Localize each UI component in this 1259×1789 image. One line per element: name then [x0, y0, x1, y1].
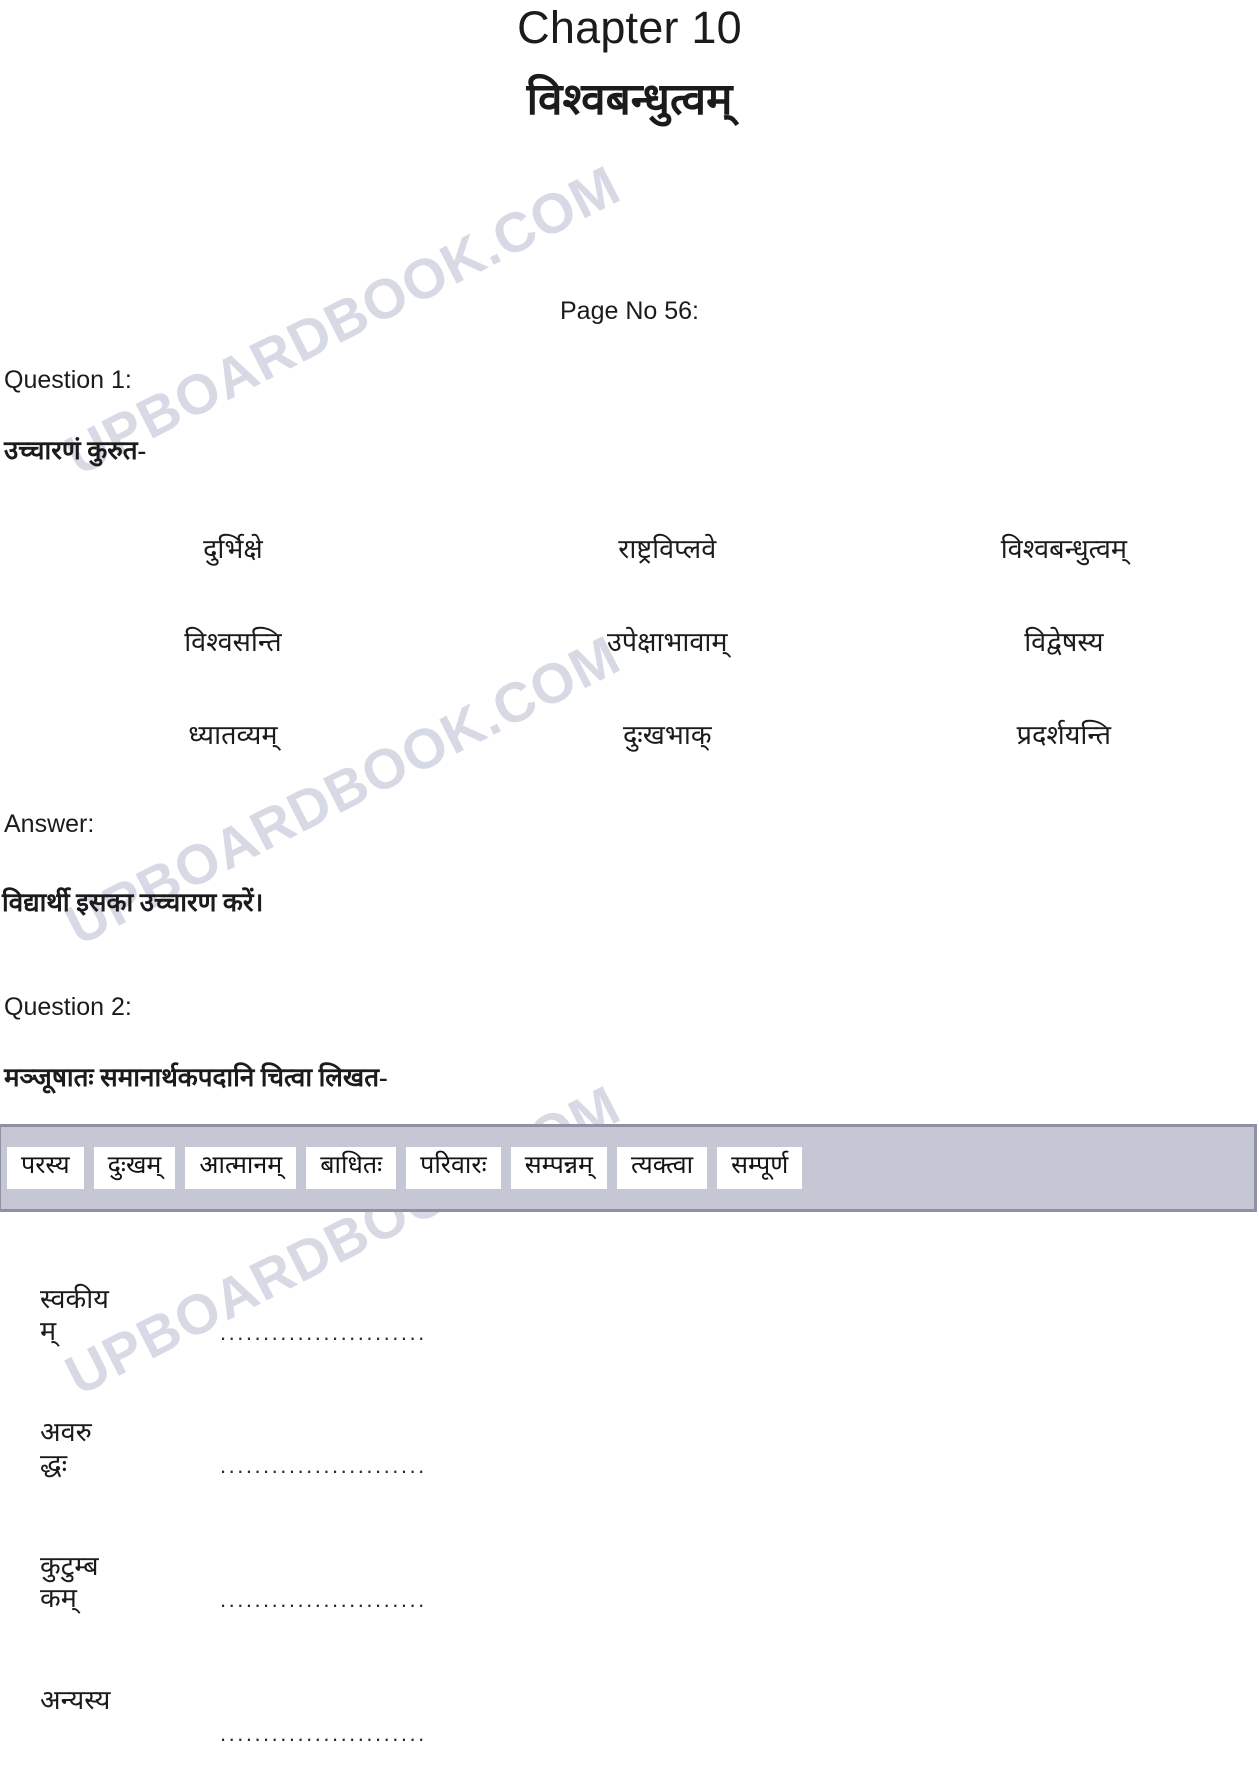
lesson-title: विश्वबन्धुत्वम् [526, 74, 733, 124]
chapter-heading: Chapter 10 [517, 2, 742, 53]
answer-blank-dots[interactable]: ........................ [220, 1587, 427, 1613]
word-cell: दुर्भिक्षे [203, 533, 263, 564]
fill-in-the-blank-list: स्वकीय म् ........................ अवरु … [0, 1284, 1259, 1747]
word-bank-chip: आत्मानम् [185, 1146, 297, 1189]
answer-blank-dots[interactable]: ........................ [220, 1721, 427, 1747]
list-item: स्वकीय म् ........................ [40, 1284, 1259, 1348]
fill-word-line-2: म् [40, 1315, 57, 1346]
word-bank-chip: सम्पूर्ण [717, 1146, 803, 1189]
word-cell: प्रदर्शयन्ति [1016, 719, 1112, 750]
word-cell: राष्ट्रविप्लवे [618, 533, 717, 564]
title-block: Chapter 10 विश्वबन्धुत्वम् [0, 0, 1259, 127]
fill-word-line-2: कम् [40, 1583, 77, 1614]
table-row: दुर्भिक्षे राष्ट्रविप्लवे विश्वबन्धुत्वम… [0, 501, 1259, 594]
list-item: कुटुम्ब कम् ........................ [40, 1551, 1259, 1615]
list-item: अन्यस्य ........................ [40, 1685, 1259, 1747]
fill-word-line-1: अवरु [40, 1417, 92, 1448]
fill-word-line-1: स्वकीय [40, 1283, 109, 1314]
word-cell: उपेक्षाभावाम् [606, 626, 728, 657]
word-bank-chip: दुःखम् [93, 1146, 176, 1189]
fill-word-line-2: द्धः [40, 1449, 68, 1480]
word-bank-chip: परिवारः [406, 1146, 501, 1189]
table-row: ध्यातव्यम् दुःखभाक् प्रदर्शयन्ति [0, 687, 1259, 780]
fill-word: अवरु द्धः [40, 1417, 220, 1481]
answer-blank-dots[interactable]: ........................ [220, 1453, 427, 1479]
word-bank-chip: बाधितः [306, 1146, 397, 1189]
word-cell: विश्वसन्ति [184, 626, 282, 657]
table-row: विश्वसन्ति उपेक्षाभावाम् विद्वेषस्य [0, 594, 1259, 687]
document-page: Chapter 10 विश्वबन्धुत्वम् Page No 56: Q… [0, 0, 1259, 1747]
question-1-label: Question 1: [4, 365, 132, 394]
word-cell: दुःखभाक् [622, 719, 712, 750]
fill-word: कुटुम्ब कम् [40, 1551, 220, 1615]
word-cell: विद्वेषस्य [1024, 626, 1104, 657]
fill-word: स्वकीय म् [40, 1284, 220, 1348]
page-number-label: Page No 56: [560, 296, 699, 325]
question-2-prompt: मञ्जूषातः समानार्थकपदानि चित्वा लिखत- [4, 1062, 388, 1092]
question-1-prompt: उच्चारणं कुरुत- [4, 435, 147, 465]
word-cell: विश्वबन्धुत्वम् [1000, 533, 1127, 564]
fill-word-line-1: अन्यस्य [40, 1684, 111, 1715]
word-cell: ध्यातव्यम् [188, 719, 278, 750]
word-bank-chip: त्यक्त्वा [616, 1146, 708, 1189]
fill-word-line-1: कुटुम्ब [40, 1551, 99, 1582]
answer-1-label: Answer: [4, 809, 95, 838]
pronunciation-word-grid: दुर्भिक्षे राष्ट्रविप्लवे विश्वबन्धुत्वम… [0, 501, 1259, 780]
question-2-label: Question 2: [4, 992, 132, 1021]
word-bank-chip: सम्पन्नम् [510, 1146, 607, 1189]
fill-word: अन्यस्य [40, 1685, 220, 1717]
answer-1-text: विद्यार्थी इसका उच्चारण करें। [2, 887, 264, 917]
answer-blank-dots[interactable]: ........................ [220, 1320, 427, 1346]
word-bank-chip: परस्य [7, 1146, 84, 1189]
manjusha-word-bank: परस्य दुःखम् आत्मानम् बाधितः परिवारः सम्… [0, 1123, 1257, 1212]
list-item: अवरु द्धः ........................ [40, 1417, 1259, 1481]
